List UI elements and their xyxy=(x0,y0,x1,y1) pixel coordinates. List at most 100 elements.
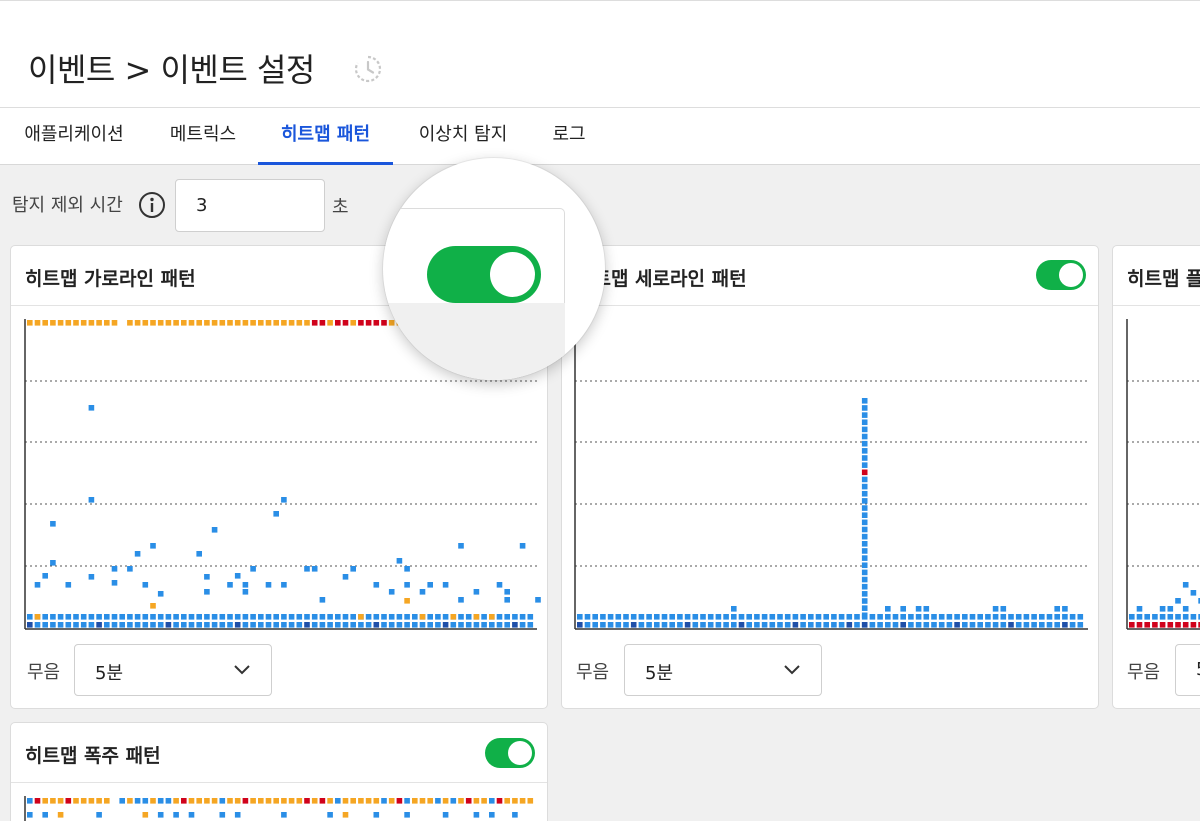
heatmap-cell xyxy=(700,614,706,620)
heatmap-cell xyxy=(535,597,541,603)
heatmap-cell xyxy=(861,433,868,440)
pattern-toggle[interactable] xyxy=(427,246,541,303)
heatmap-cell xyxy=(1062,606,1068,612)
heatmap-cell xyxy=(1000,606,1007,612)
heatmap-cell xyxy=(1023,614,1030,620)
heatmap-cell xyxy=(350,320,356,326)
heatmap-cell xyxy=(489,812,495,818)
pattern-toggle[interactable] xyxy=(1036,260,1086,290)
heatmap-cell xyxy=(908,614,914,620)
heatmap-cell xyxy=(242,320,249,326)
heatmap-cell xyxy=(761,614,768,620)
heatmap-cell xyxy=(435,614,441,620)
heatmap-cell xyxy=(962,614,968,620)
heatmap-cell xyxy=(296,614,303,620)
heatmap-cell xyxy=(869,622,876,628)
heatmap-cell xyxy=(1182,614,1189,620)
heatmap-cell xyxy=(188,614,195,620)
heatmap-cell xyxy=(211,798,218,804)
heatmap-cell xyxy=(784,622,791,628)
heatmap-cell xyxy=(900,614,906,620)
heatmap-cell xyxy=(1069,614,1076,620)
heatmap-cell xyxy=(165,622,172,628)
heatmap-cell xyxy=(1136,622,1143,628)
history-icon[interactable] xyxy=(353,54,383,84)
heatmap-cell xyxy=(861,519,868,526)
heatmap-cell xyxy=(723,614,729,620)
heatmap-cell xyxy=(96,614,102,620)
heatmap-cell xyxy=(342,622,349,628)
heatmap-cell xyxy=(173,622,179,628)
heatmap-cell xyxy=(396,558,403,564)
heatmap-cell xyxy=(258,798,264,804)
heatmap-cell xyxy=(435,622,441,628)
heatmap-cell xyxy=(65,798,72,804)
heatmap-cell xyxy=(777,622,783,628)
heatmap-cell xyxy=(1046,622,1053,628)
heatmap-cell xyxy=(777,614,783,620)
heatmap-cell xyxy=(258,320,264,326)
exclusion-time-unit: 초 xyxy=(332,197,349,218)
heatmap-cell xyxy=(27,614,33,620)
heatmap-cell xyxy=(304,320,310,326)
heatmap-cell xyxy=(1062,622,1068,628)
heatmap-cell xyxy=(1129,614,1135,620)
heatmap-cell xyxy=(281,614,287,620)
mute-duration-select[interactable]: 5분 xyxy=(624,644,822,696)
heatmap-cell xyxy=(281,497,287,503)
heatmap-cell xyxy=(104,798,110,804)
heatmap-cell xyxy=(838,614,845,620)
heatmap-cell xyxy=(327,812,333,818)
heatmap-cell xyxy=(365,320,372,326)
heatmap-cell xyxy=(577,622,583,628)
heatmap-cell xyxy=(861,562,868,569)
heatmap-cell xyxy=(335,622,341,628)
heatmap-cell xyxy=(50,320,56,326)
heatmap-cell xyxy=(42,812,48,818)
info-icon[interactable] xyxy=(138,191,166,219)
heatmap-cell xyxy=(234,798,241,804)
heatmap-cell xyxy=(188,798,195,804)
heatmap-cell xyxy=(181,614,187,620)
tab-application[interactable]: 애플리케이션 xyxy=(18,108,130,165)
heatmap-cell xyxy=(1054,614,1060,620)
heatmap-cell xyxy=(1144,614,1150,620)
heatmap-cell xyxy=(157,591,164,597)
heatmap-cell xyxy=(358,798,364,804)
heatmap-cell xyxy=(615,614,622,620)
tab-heatmap-pattern[interactable]: 히트맵 패턴 xyxy=(258,108,393,165)
mute-duration-select[interactable]: 5 xyxy=(1175,644,1200,696)
heatmap-cell xyxy=(134,551,141,557)
tab-metrics[interactable]: 메트릭스 xyxy=(165,108,241,165)
heatmap-cell xyxy=(481,798,487,804)
heatmap-cell xyxy=(931,614,937,620)
heatmap-cell xyxy=(489,622,495,628)
tab-log[interactable]: 로그 xyxy=(549,108,589,165)
tab-anomaly-detection[interactable]: 이상치 탐지 xyxy=(414,108,512,165)
pattern-toggle[interactable] xyxy=(485,738,535,768)
heatmap-cell xyxy=(442,798,449,804)
heatmap-cell xyxy=(96,812,102,818)
heatmap-cell xyxy=(88,405,95,411)
exclusion-time-input[interactable] xyxy=(175,179,325,232)
heatmap-cell xyxy=(42,622,48,628)
heatmap-cell xyxy=(350,798,356,804)
heatmap-cell xyxy=(104,320,110,326)
heatmap-cell xyxy=(419,622,426,628)
heatmap-cell xyxy=(273,798,279,804)
heatmap-cell xyxy=(669,622,675,628)
heatmap-cell xyxy=(211,614,218,620)
heatmap-cell xyxy=(119,798,125,804)
mute-duration-select[interactable]: 5분 xyxy=(74,644,272,696)
heatmap-cell xyxy=(481,614,487,620)
heatmap-cell xyxy=(861,569,868,576)
heatmap-cell xyxy=(527,622,534,628)
heatmap-cell xyxy=(769,614,776,620)
heatmap-cell xyxy=(150,603,156,609)
heatmap-cell xyxy=(258,622,264,628)
card-title: 히트맵 가로라인 패턴 xyxy=(25,268,196,290)
heatmap-cell xyxy=(350,614,356,620)
heatmap-cell xyxy=(435,798,441,804)
heatmap-cell xyxy=(373,582,380,588)
heatmap-cell xyxy=(800,622,806,628)
